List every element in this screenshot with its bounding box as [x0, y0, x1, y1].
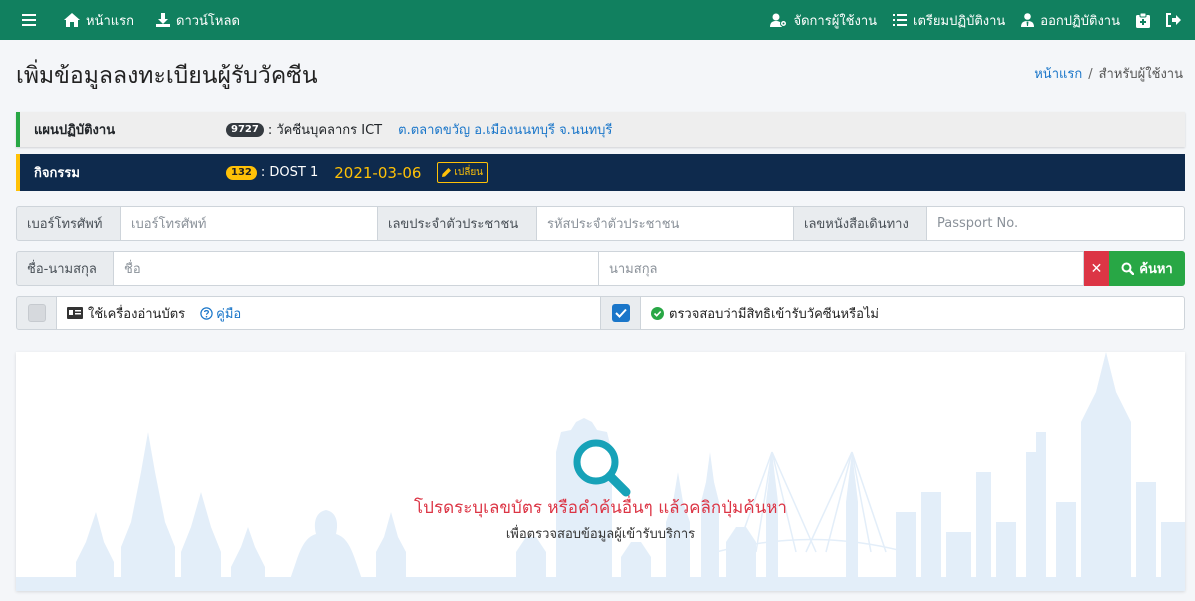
breadcrumb-separator: / [1088, 67, 1093, 82]
check-rights-group: ตรวจสอบว่ามีสิทธิเข้ารับวัคซีนหรือไม่ [600, 296, 1185, 330]
user-tie-icon [1021, 13, 1035, 27]
activity-date: 2021-03-06 [334, 163, 422, 182]
check-rights-checkbox[interactable] [600, 296, 641, 330]
name-search-group: ชื่อ-นามสกุล ชื่อ นามสกุล ✕ ค้นหา [16, 251, 1185, 286]
manual-link[interactable]: คู่มือ [200, 303, 241, 324]
fullname-label: ชื่อ-นามสกุล [16, 251, 114, 286]
nav-logout-button[interactable] [1158, 13, 1189, 27]
question-circle-icon [200, 306, 213, 320]
result-panel: โปรดระบุเลขบัตร หรือคำค้นอื่นๆ แล้วคลิกป… [16, 352, 1185, 591]
check-circle-icon [651, 306, 664, 320]
activity-code-badge: 132 [226, 165, 257, 180]
citizen-id-label: เลขประจำตัวประชาชน [378, 206, 537, 241]
card-reader-label: ใช้เครื่องอ่านบัตร [88, 306, 186, 322]
nav-prepare-link[interactable]: เตรียมปฏิบัติงาน [885, 10, 1013, 31]
search-icon [1121, 262, 1135, 275]
nav-manage-users-link[interactable]: จัดการผู้ใช้งาน [762, 10, 885, 31]
list-icon [893, 14, 908, 26]
card-reader-checkbox-box [27, 304, 46, 322]
nav-download-link[interactable]: ดาวน์โหลด [148, 10, 248, 31]
magnifier-icon [573, 439, 631, 497]
nav-download-label: ดาวน์โหลด [176, 13, 240, 29]
id-card-icon [67, 307, 83, 319]
first-name-input[interactable]: ชื่อ [114, 251, 599, 286]
phone-input[interactable]: เบอร์โทรศัพท์ [121, 206, 378, 241]
passport-input[interactable]: Passport No. [927, 206, 1185, 241]
passport-label: เลขหนังสือเดินทาง [794, 206, 927, 241]
nav-clipboard-button[interactable] [1128, 12, 1158, 28]
activity-info-bar: กิจกรรม 132 : DOST 1 2021-03-06 เปลี่ยน [16, 154, 1185, 191]
id-search-group: เบอร์โทรศัพท์ เบอร์โทรศัพท์ เลขประจำตัวป… [16, 206, 1185, 241]
search-button-label: ค้นหา [1139, 262, 1173, 277]
manual-label: คู่มือ [216, 306, 242, 322]
change-activity-label: เปลี่ยน [454, 167, 484, 178]
last-name-input[interactable]: นามสกุล [599, 251, 1084, 286]
activity-name: : DOST 1 [260, 165, 319, 180]
result-message: โปรดระบุเลขบัตร หรือคำค้นอื่นๆ แล้วคลิกป… [414, 498, 787, 518]
check-rights-option: ตรวจสอบว่ามีสิทธิเข้ารับวัคซีนหรือไม่ [641, 296, 1185, 330]
nav-go-operate-label: ออกปฏิบัติงาน [1040, 13, 1120, 29]
top-navbar: หน้าแรก ดาวน์โหลด จัดการผู้ใช้งาน เตรียม… [0, 0, 1195, 40]
download-icon [156, 13, 170, 27]
nav-manage-users-label: จัดการผู้ใช้งาน [793, 13, 878, 29]
search-button[interactable]: ค้นหา [1109, 251, 1185, 286]
user-cog-icon [770, 13, 788, 27]
sign-out-icon [1166, 13, 1181, 27]
breadcrumb-home-link[interactable]: หน้าแรก [1034, 67, 1082, 82]
pencil-icon [442, 168, 452, 177]
clear-button[interactable]: ✕ [1084, 251, 1109, 286]
plan-code-badge: 9727 [226, 122, 264, 137]
change-activity-button[interactable]: เปลี่ยน [437, 162, 489, 183]
result-sub-message: เพื่อตรวจสอบข้อมูลผู้เข้ารับบริการ [505, 527, 696, 542]
nav-home-label: หน้าแรก [86, 13, 134, 29]
hamburger-menu-icon[interactable] [14, 14, 44, 26]
plan-label: แผนปฏิบัติงาน [34, 123, 116, 138]
citizen-id-input[interactable]: รหัสประจำตัวประชาชน [537, 206, 794, 241]
page-title: เพิ่มข้อมูลลงทะเบียนผู้รับวัคซีน [16, 63, 318, 89]
phone-label: เบอร์โทรศัพท์ [16, 206, 121, 241]
plan-name: : วัคซีนบุคลากร ICT [267, 123, 383, 138]
breadcrumb: หน้าแรก / สำหรับผู้ใช้งาน [1034, 63, 1183, 84]
checkmark-icon [614, 308, 627, 318]
home-icon [64, 13, 80, 27]
nav-prepare-label: เตรียมปฏิบัติงาน [913, 13, 1006, 29]
card-reader-checkbox[interactable] [16, 296, 57, 330]
check-rights-label: ตรวจสอบว่ามีสิทธิเข้ารับวัคซีนหรือไม่ [669, 306, 879, 322]
activity-label: กิจกรรม [34, 166, 80, 181]
breadcrumb-current: สำหรับผู้ใช้งาน [1098, 67, 1183, 82]
check-rights-checkbox-box [611, 304, 630, 322]
card-reader-group: ใช้เครื่องอ่านบัตร คู่มือ [16, 296, 601, 330]
nav-go-operate-link[interactable]: ออกปฏิบัติงาน [1013, 10, 1128, 31]
nav-home-link[interactable]: หน้าแรก [56, 10, 142, 31]
clipboard-icon [1136, 12, 1150, 28]
card-reader-option: ใช้เครื่องอ่านบัตร คู่มือ [57, 296, 601, 330]
plan-info-bar: แผนปฏิบัติงาน 9727 : วัคซีนบุคลากร ICT ต… [16, 112, 1185, 147]
plan-location: ต.ตลาดขวัญ อ.เมืองนนทบุรี จ.นนทบุรี [398, 123, 613, 138]
